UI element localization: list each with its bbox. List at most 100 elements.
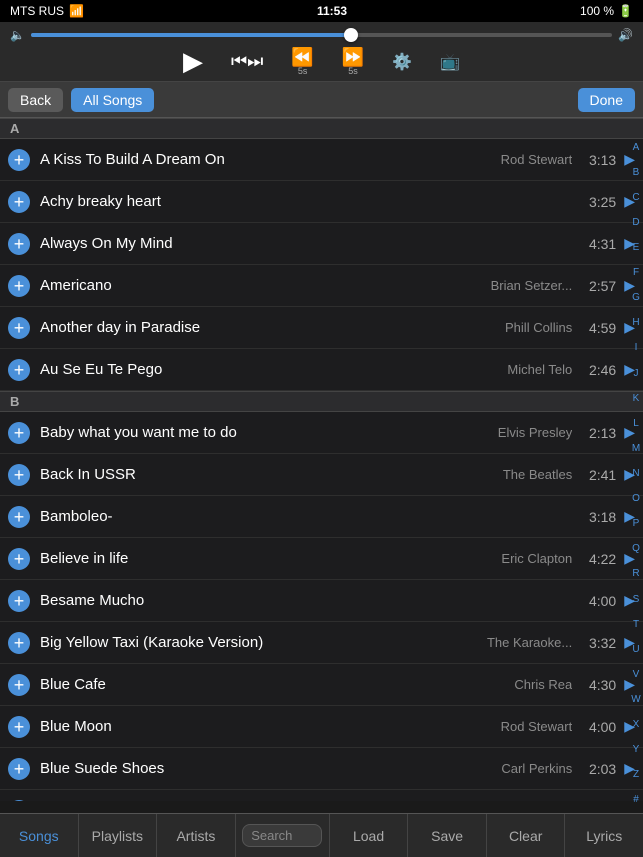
song-row[interactable]: +Blue CafeChris Rea4:30▶ [0,664,643,706]
song-row[interactable]: +Bamboleo-3:18▶ [0,496,643,538]
add-song-button[interactable]: + [8,191,30,213]
song-title: Besame Mucho [40,592,582,609]
song-row[interactable]: +Achy breaky heart3:25▶ [0,181,643,223]
add-song-button[interactable]: + [8,359,30,381]
song-row[interactable]: +Big Yellow Taxi (Karaoke Version)The Ka… [0,622,643,664]
tab-save-label: Save [431,828,463,844]
alpha-letter-b[interactable]: B [633,168,640,178]
alpha-letter-p[interactable]: P [633,519,640,529]
alpha-letter-#[interactable]: # [633,795,639,805]
song-title: Another day in Paradise [40,319,505,336]
alpha-letter-n[interactable]: N [632,469,639,479]
song-duration: 3:18 [582,509,616,525]
song-row[interactable]: +Another day in ParadisePhill Collins4:5… [0,307,643,349]
song-row[interactable]: +Au Se Eu Te PegoMichel Telo2:46▶ [0,349,643,391]
alpha-letter-v[interactable]: V [633,670,640,680]
alpha-letter-m[interactable]: M [632,444,640,454]
song-row[interactable]: +Baby what you want me to doElvis Presle… [0,412,643,454]
alpha-letter-j[interactable]: J [634,369,639,379]
alpha-letter-k[interactable]: K [633,394,640,404]
alpha-letter-c[interactable]: C [632,193,639,203]
add-song-button[interactable]: + [8,590,30,612]
song-row[interactable]: +Back In USSRThe Beatles2:41▶ [0,454,643,496]
add-song-button[interactable]: + [8,275,30,297]
song-row[interactable]: +Blue MoonRod Stewart4:00▶ [0,706,643,748]
song-artist: Phill Collins [505,320,572,335]
add-song-button[interactable]: + [8,674,30,696]
skip-forward-label: 5s [348,66,358,76]
song-row[interactable]: +Besame Mucho4:00▶ [0,580,643,622]
alpha-letter-d[interactable]: D [632,218,639,228]
back-button[interactable]: Back [8,88,63,112]
add-song-button[interactable]: + [8,317,30,339]
alpha-letter-s[interactable]: S [633,595,640,605]
tab-load[interactable]: Load [330,814,409,857]
alpha-letter-g[interactable]: G [632,293,640,303]
play-button[interactable]: ▶ [183,46,203,77]
tab-clear-label: Clear [509,828,542,844]
add-song-button[interactable]: + [8,506,30,528]
song-artist: Elvis Presley [498,425,572,440]
song-artist: The Beatles [503,467,572,482]
progress-track[interactable] [31,33,612,37]
song-title: Blue Suede Shoes [40,760,501,777]
song-title: Back In USSR [40,466,503,483]
song-row[interactable]: +Believe in lifeEric Clapton4:22▶ [0,538,643,580]
add-song-button[interactable]: + [8,464,30,486]
add-song-button[interactable]: + [8,422,30,444]
settings-button[interactable]: ⚙️ [392,52,412,72]
add-song-button[interactable]: + [8,758,30,780]
song-row[interactable]: +AmericanoBrian Setzer...2:57▶ [0,265,643,307]
alpha-letter-l[interactable]: L [633,419,639,429]
add-song-button[interactable]: + [8,632,30,654]
alpha-letter-r[interactable]: R [632,569,639,579]
done-button[interactable]: Done [578,88,635,112]
add-song-button[interactable]: + [8,233,30,255]
song-duration: 4:30 [582,677,616,693]
search-input[interactable] [242,824,322,847]
song-artist: Eric Clapton [501,551,572,566]
song-list[interactable]: A+A Kiss To Build A Dream OnRod Stewart3… [0,118,643,801]
add-song-button[interactable]: + [8,149,30,171]
alpha-letter-e[interactable]: E [633,243,640,253]
alpha-letter-f[interactable]: F [633,268,639,278]
add-song-button[interactable]: + [8,800,30,802]
alpha-letter-w[interactable]: W [631,695,640,705]
tab-load-label: Load [353,828,384,844]
alpha-letter-z[interactable]: Z [633,770,639,780]
alpha-letter-i[interactable]: I [635,343,638,353]
alpha-letter-q[interactable]: Q [632,544,640,554]
song-row[interactable]: +Blue Suede ShoesCarl Perkins2:03▶ [0,748,643,790]
song-row[interactable]: +But Not For MeRod Stewart3:21▶ [0,790,643,801]
airplay-button[interactable]: 📺 [440,52,460,72]
add-song-button[interactable]: + [8,548,30,570]
alpha-letter-x[interactable]: X [633,720,640,730]
alpha-letter-u[interactable]: U [632,645,639,655]
alpha-letter-t[interactable]: T [633,620,639,630]
tab-artists[interactable]: Artists [157,814,236,857]
tab-songs-label: Songs [19,828,59,844]
tab-save[interactable]: Save [408,814,487,857]
tab-playlists[interactable]: Playlists [79,814,158,857]
battery-text: 100 % [580,4,614,18]
song-row[interactable]: +Always On My Mind4:31▶ [0,223,643,265]
alpha-letter-a[interactable]: A [633,143,640,153]
skip-forward-button[interactable]: ⏩ [342,47,364,68]
tab-clear[interactable]: Clear [487,814,566,857]
alpha-letter-y[interactable]: Y [633,745,640,755]
tab-artists-label: Artists [176,828,215,844]
controls-row: ▶ ⏮⏭ ⏪ 5s ⏩ 5s ⚙️ 📺 [10,46,633,77]
tab-songs[interactable]: Songs [0,814,79,857]
tab-lyrics[interactable]: Lyrics [565,814,643,857]
add-song-button[interactable]: + [8,716,30,738]
skip-back-button[interactable]: ⏪ [291,47,313,68]
song-row[interactable]: +A Kiss To Build A Dream OnRod Stewart3:… [0,139,643,181]
alpha-letter-o[interactable]: O [632,494,640,504]
status-bar: MTS RUS 📶 11:53 100 % 🔋 [0,0,643,22]
volume-min-icon: 🔈 [10,28,25,42]
alpha-letter-h[interactable]: H [632,318,639,328]
section-header-b: B [0,391,643,412]
song-title: Achy breaky heart [40,193,582,210]
all-songs-button[interactable]: All Songs [71,88,154,112]
play-pause-button[interactable]: ⏮⏭ [231,51,263,72]
